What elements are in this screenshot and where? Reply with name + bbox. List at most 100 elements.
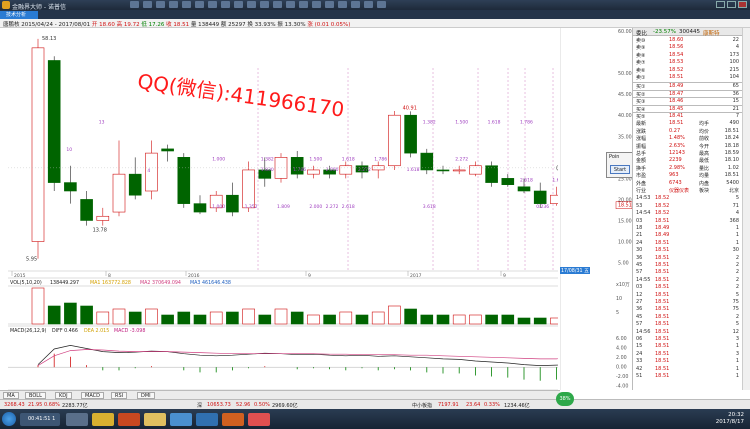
indicator-tab-boll[interactable]: BOLL bbox=[25, 392, 46, 399]
toolbar-button[interactable] bbox=[182, 1, 191, 8]
header-label: 委比 bbox=[636, 31, 648, 37]
toolbar-button[interactable] bbox=[195, 1, 204, 8]
volume-bar bbox=[128, 311, 142, 325]
toolbar-button[interactable] bbox=[208, 1, 217, 8]
toolbar-button[interactable] bbox=[156, 1, 165, 8]
tab-technical-analysis[interactable]: 技术分析 bbox=[0, 11, 38, 19]
taskbar-app-icon[interactable] bbox=[144, 413, 166, 426]
toolbar-button[interactable] bbox=[234, 1, 243, 8]
media-player-task[interactable]: 00:41:51 1 bbox=[20, 413, 60, 426]
taskbar-app-icon[interactable] bbox=[170, 413, 192, 426]
sell-level-price: 18.56 bbox=[669, 44, 684, 51]
indicator-tab-rsi[interactable]: RSI bbox=[111, 392, 128, 399]
point-popup[interactable]: Poin Start bbox=[606, 152, 634, 178]
sell-level-volume: 104 bbox=[729, 74, 739, 80]
toolbar-button[interactable] bbox=[286, 1, 295, 8]
toolbar-button[interactable] bbox=[260, 1, 269, 8]
quote-stat-price: 18.51 bbox=[669, 120, 684, 127]
volume-bar bbox=[307, 314, 320, 325]
taskbar-app-icon[interactable] bbox=[196, 413, 218, 426]
quote-stat-label: 涨跌 bbox=[636, 128, 647, 135]
kline-chart[interactable]: 2015 8 2016 9 2017 9 58.13 5.95 13.78 40.91 10 4 1.0… bbox=[8, 28, 558, 390]
toolbar-button[interactable] bbox=[312, 1, 321, 8]
toolbar-button[interactable] bbox=[169, 1, 178, 8]
tick-row-label: 18 bbox=[636, 225, 643, 231]
fib-level-label: 1.382 bbox=[423, 120, 436, 126]
quote-stat-label2: 最高 bbox=[699, 151, 710, 157]
toolbar-button[interactable] bbox=[338, 1, 347, 8]
toolbar-button[interactable] bbox=[351, 1, 360, 8]
tick-row-label: 24 bbox=[636, 350, 643, 357]
tick-row-volume: 1 bbox=[735, 343, 739, 350]
indicator-tab-dmi[interactable]: DMI bbox=[137, 392, 155, 399]
tick-row-volume: 2 bbox=[735, 313, 739, 320]
tick-row: 24 18.51 1 bbox=[633, 240, 743, 247]
price-axis-tick: 10.00 bbox=[618, 240, 632, 246]
volume-bar bbox=[550, 317, 558, 325]
maximize-button[interactable] bbox=[727, 1, 736, 8]
taskbar-app-icon[interactable] bbox=[92, 413, 114, 426]
clock-time: 20:32 bbox=[728, 412, 744, 418]
quote-stat-volume: 18.59 bbox=[724, 150, 739, 156]
sell-level-price: 18.60 bbox=[669, 37, 684, 43]
header-value: -23.57% bbox=[653, 29, 676, 35]
toolbar-button[interactable] bbox=[299, 1, 308, 8]
candle-body bbox=[339, 165, 353, 175]
start-button[interactable]: Start bbox=[610, 165, 630, 174]
toolbar-button[interactable] bbox=[143, 1, 152, 8]
toolbar-button[interactable] bbox=[221, 1, 230, 8]
volume-bar bbox=[533, 317, 547, 325]
tick-row: 14:56 18.51 12 bbox=[633, 329, 743, 336]
volume-bar bbox=[112, 308, 126, 325]
sell-level-price: 18.53 bbox=[669, 59, 684, 66]
tick-row-volume: 1 bbox=[735, 365, 739, 372]
sz-index: 10653.73 bbox=[207, 402, 231, 408]
taskbar-app-icon[interactable] bbox=[222, 413, 244, 426]
taskbar-app-icon[interactable] bbox=[118, 413, 140, 426]
sell-level-label: 卖⑦ bbox=[636, 60, 646, 67]
toolbar-button[interactable] bbox=[130, 1, 139, 8]
sell-level-price: 18.51 bbox=[669, 74, 684, 80]
indicator-tab-kdj[interactable]: KDJ bbox=[55, 392, 72, 399]
date-tick-label: 9 bbox=[503, 273, 506, 279]
quote-stat-volume: 5400 bbox=[726, 179, 739, 186]
tick-row-price: 18.51 bbox=[655, 365, 670, 372]
quote-header: 委比 -23.57% 300445 康斯特 bbox=[633, 28, 743, 37]
start-menu-icon[interactable] bbox=[2, 412, 16, 426]
indicator-tab-macd[interactable]: MACD bbox=[81, 392, 104, 399]
candle-body bbox=[64, 182, 77, 192]
fib-level-label: 1.500 bbox=[309, 157, 322, 163]
sell-level-volume: 4 bbox=[735, 44, 739, 51]
panel-scrollbar[interactable] bbox=[742, 28, 750, 390]
buy-level: 买② 18.47 36 bbox=[633, 89, 743, 98]
tick-row-price: 18.51 bbox=[655, 350, 670, 357]
tick-row-label: 45 bbox=[636, 313, 643, 320]
toolbar-button[interactable] bbox=[364, 1, 373, 8]
taskbar-app-icon[interactable] bbox=[66, 413, 88, 426]
toolbar-button[interactable] bbox=[273, 1, 282, 8]
taskbar-app-icon[interactable] bbox=[248, 413, 270, 426]
toolbar-button[interactable] bbox=[247, 1, 256, 8]
indicator-tab-ma[interactable]: MA bbox=[3, 392, 19, 399]
close-button[interactable] bbox=[738, 1, 747, 8]
macd-axis-tick: 4.00 bbox=[616, 346, 627, 352]
quote-stat-label: 行业 bbox=[636, 188, 647, 194]
tick-row-volume: 71 bbox=[732, 202, 739, 209]
minimize-button[interactable] bbox=[716, 1, 725, 8]
macd-indicator-label: MACD(26,12,9) bbox=[10, 328, 47, 334]
toolbar-button[interactable] bbox=[325, 1, 334, 8]
tick-row-volume: 1 bbox=[735, 358, 739, 365]
volume-bar bbox=[209, 311, 223, 325]
quote-stat-label: 市盈 bbox=[636, 173, 647, 180]
zx-percent: 0.33% bbox=[484, 402, 500, 408]
candle-body bbox=[517, 186, 531, 192]
tick-row-price: 18.52 bbox=[655, 195, 670, 202]
vol-ma3: MA3 461646.438 bbox=[190, 280, 231, 286]
candle-body bbox=[388, 114, 401, 167]
index-status-bar: 3268.43 21.95 0.68% 2283.77亿 深 10653.73 … bbox=[0, 399, 750, 409]
info-bar: 唐鹏核 2015/04/24 - 2017/08/01 开 18.60 高 19… bbox=[0, 19, 750, 28]
os-taskbar: 00:41:51 1 20:32 2017/8/17 bbox=[0, 409, 750, 429]
quote-stat-label: 换手 bbox=[636, 165, 647, 172]
toolbar-button[interactable] bbox=[377, 1, 386, 8]
tick-row-label: 42 bbox=[636, 365, 643, 372]
